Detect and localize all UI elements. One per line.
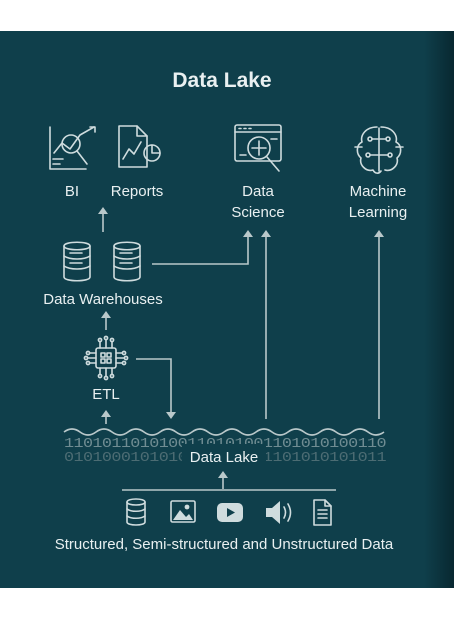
audio-speaker-icon xyxy=(266,501,292,524)
sources-label: Structured, Semi-structured and Unstruct… xyxy=(55,536,394,553)
database-icon xyxy=(113,241,141,282)
arrow-lake-to-etl xyxy=(101,410,111,424)
diagram-title: Data Lake xyxy=(172,69,271,92)
data-lake-wave xyxy=(63,428,385,436)
arrow-warehouses-to-bi xyxy=(98,207,108,232)
arrow-etl-to-lake xyxy=(136,358,176,419)
image-icon xyxy=(170,500,196,523)
data-warehouses-label: Data Warehouses xyxy=(43,291,163,308)
report-document-icon xyxy=(118,125,161,168)
database-icon xyxy=(126,498,146,526)
reports-label: Reports xyxy=(111,183,164,200)
data-science-magnifier-icon xyxy=(234,124,282,172)
video-play-icon xyxy=(217,503,243,522)
etl-label: ETL xyxy=(92,386,120,403)
data-science-label-line2: Science xyxy=(231,204,284,221)
data-lake-label: Data Lake xyxy=(190,449,258,466)
arrow-etl-to-warehouses xyxy=(101,311,111,330)
arrow-lake-to-machine-learning xyxy=(374,230,384,419)
brain-circuit-icon xyxy=(354,126,404,174)
machine-learning-label-line1: Machine xyxy=(350,183,407,200)
machine-learning-label-line2: Learning xyxy=(349,204,407,221)
data-science-label-line1: Data xyxy=(242,183,274,200)
etl-chip-icon xyxy=(83,335,129,381)
analytics-chart-icon xyxy=(49,126,96,170)
bi-label: BI xyxy=(65,183,79,200)
arrow-lake-to-data-science xyxy=(261,230,271,419)
arrow-warehouses-to-data-science xyxy=(152,230,253,265)
database-icon xyxy=(63,241,91,282)
arrow-sources-to-lake xyxy=(218,471,228,489)
text-document-icon xyxy=(313,499,332,526)
diagram-canvas: Data Lake BI Reports Data Science Machin… xyxy=(43,69,407,553)
data-lake-diagram: Data Lake BI Reports Data Science Machin… xyxy=(0,31,454,588)
